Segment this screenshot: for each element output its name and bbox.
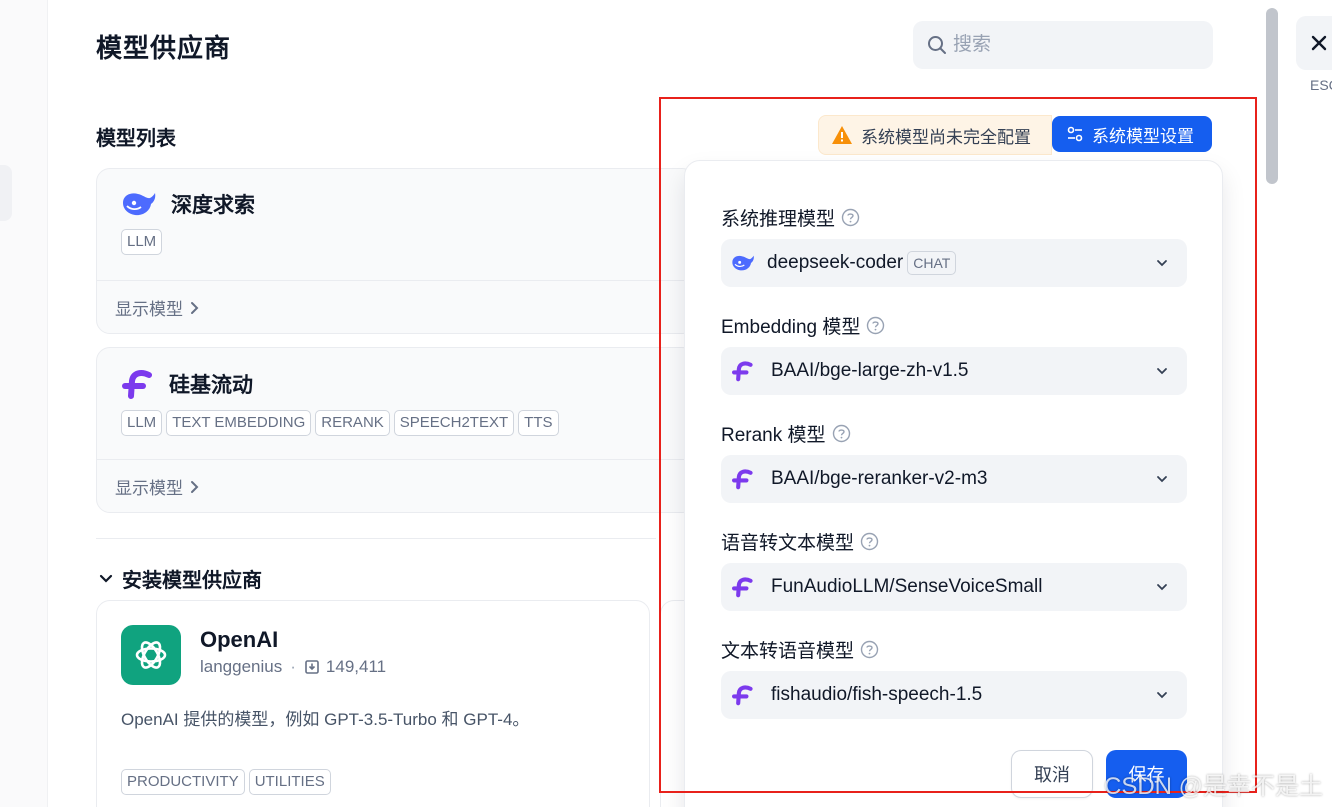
close-icon [1311,35,1327,51]
help-circle-icon[interactable] [866,316,885,335]
provider-card-siliconflow: 硅基流动 LLM TEXT EMBEDDING RERANK SPEECH2TE… [96,347,696,513]
help-circle-icon[interactable] [832,424,851,443]
page-title: 模型供应商 [96,33,232,63]
left-nav-tab[interactable] [0,165,12,221]
siliconflow-icon [122,370,152,399]
provider-card-deepseek: 深度求索 LLM 显示模型 [96,168,696,334]
model-type-badge: CHAT [907,251,957,275]
capability-tag: SPEECH2TEXT [393,410,515,436]
install-count: 149,411 [325,657,387,676]
selected-model: FunAudioLLM/SenseVoiceSmall [771,576,1043,597]
install-count-icon [305,660,319,674]
esc-shortcut-label: ESC [1310,77,1332,93]
watermark: CSDN @是幸不是土 [1104,773,1324,800]
chevron-down-icon [1157,476,1167,483]
plugin-name: OpenAI [200,627,279,652]
deepseek-whale-icon [732,255,754,271]
capability-tag: LLM [121,229,163,255]
speech-to-text-model-label: 语音转文本模型 [721,528,879,555]
rerank-model-label: Rerank 模型 [721,420,851,447]
system-model-settings-button[interactable]: 系统模型设置 [1052,116,1212,152]
help-circle-icon[interactable] [860,532,879,551]
close-button[interactable] [1296,16,1332,70]
search-icon [928,36,946,54]
help-circle-icon[interactable] [860,640,879,659]
plugin-description: OpenAI 提供的模型，例如 GPT-3.5-Turbo 和 GPT-4。 [121,710,530,729]
system-model-status-badge: 系统模型尚未完全配置 [818,115,1052,155]
chevron-down-icon [99,574,113,583]
provider-name: 硅基流动 [169,374,253,397]
plugin-meta: langgenius · 149,411 [200,657,386,677]
app-root: 模型供应商 模型列表 系统模型尚未完全配置 系统模型设置 深度求索 LLM 显示… [0,0,1332,807]
search-box[interactable] [913,21,1213,69]
openai-logo-icon [121,625,181,685]
text-to-speech-model-select[interactable]: fishaudio/fish-speech-1.5 [721,671,1187,719]
chevron-down-icon [1157,692,1167,699]
selected-model: deepseek-coder [767,252,904,273]
show-models-link[interactable]: 显示模型 [97,459,695,512]
settings-sliders-icon [1067,126,1083,142]
selected-model: BAAI/bge-large-zh-v1.5 [771,360,969,381]
embedding-model-select[interactable]: BAAI/bge-large-zh-v1.5 [721,347,1187,395]
category-tag: PRODUCTIVITY [121,769,245,795]
siliconflow-icon [732,361,753,382]
category-tag: UTILITIES [248,769,331,795]
capability-tag: LLM [121,410,163,436]
chevron-right-icon [191,480,199,493]
siliconflow-icon [732,577,753,598]
section-divider [96,538,656,539]
system-reasoning-model-select[interactable]: deepseek-coder CHAT [721,239,1187,287]
rerank-model-select[interactable]: BAAI/bge-reranker-v2-m3 [721,455,1187,503]
siliconflow-icon [732,685,753,706]
capability-tag: RERANK [315,410,390,436]
chevron-down-icon [1157,368,1167,375]
install-providers-title: 安装模型供应商 [122,570,262,592]
chevron-right-icon [191,301,199,314]
text-to-speech-model-label: 文本转语音模型 [721,636,879,663]
left-sidebar-edge [0,0,48,807]
model-list-title: 模型列表 [96,128,176,150]
show-models-link[interactable]: 显示模型 [97,280,695,333]
status-warning-text: 系统模型尚未完全配置 [861,127,1031,147]
cancel-button[interactable]: 取消 [1011,750,1093,798]
capability-tag: TTS [518,410,559,436]
chevron-down-icon [1157,584,1167,591]
warning-icon [832,126,852,144]
embedding-model-label: Embedding 模型 [721,312,885,339]
marketplace-card-openai[interactable]: OpenAI langgenius · 149,411 OpenAI 提供的模型… [96,600,650,807]
selected-model: fishaudio/fish-speech-1.5 [771,684,983,705]
siliconflow-icon [732,469,753,490]
install-providers-toggle[interactable]: 安装模型供应商 [98,564,262,593]
provider-name: 深度求索 [171,194,255,217]
capability-tag: TEXT EMBEDDING [166,410,312,436]
system-model-settings-panel: 系统推理模型 deepseek-coder CHAT Embedding 模型 … [684,160,1223,807]
system-reasoning-model-label: 系统推理模型 [721,204,860,231]
search-input[interactable] [953,34,1193,56]
chevron-down-icon [1157,260,1167,267]
plugin-author: langgenius [200,657,283,676]
vertical-scrollbar[interactable] [1266,8,1278,184]
separator-dot: · [290,657,296,676]
deepseek-whale-icon [123,193,156,216]
selected-model: BAAI/bge-reranker-v2-m3 [771,468,988,489]
speech-to-text-model-select[interactable]: FunAudioLLM/SenseVoiceSmall [721,563,1187,611]
help-circle-icon[interactable] [841,208,860,227]
